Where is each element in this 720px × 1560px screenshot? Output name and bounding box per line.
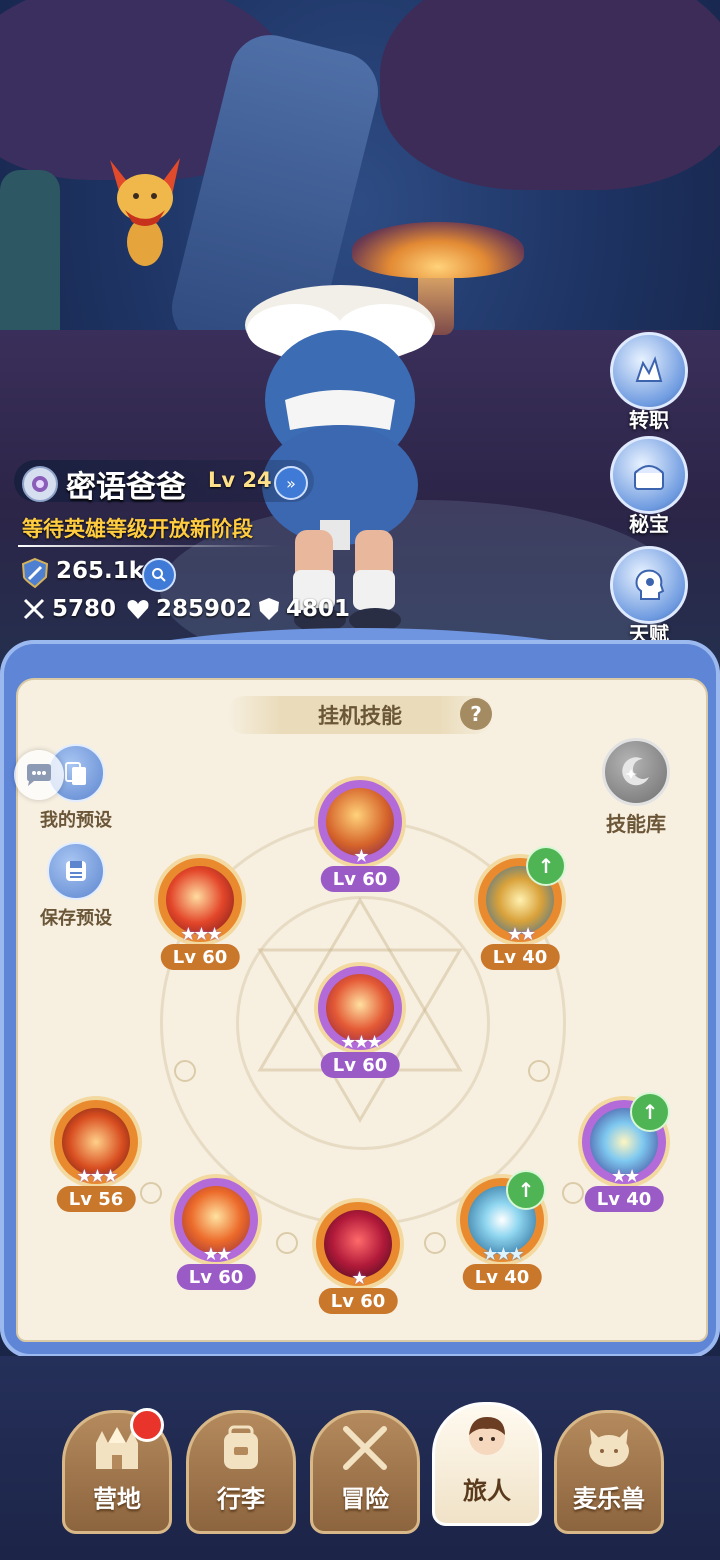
nav-tab-luggage[interactable]: 行李: [186, 1410, 296, 1534]
skill-stars: ★★★: [76, 1166, 118, 1187]
skill-level-badge: Lv 60: [320, 866, 400, 892]
skill-level-badge: Lv 60: [160, 944, 240, 970]
hp-value: 285902: [156, 596, 253, 622]
skill-slot-lower-left-outer[interactable]: ★★★ Lv 56: [46, 1100, 146, 1220]
combat-power-value: 265.1k: [56, 558, 145, 584]
character-emblem-icon: [22, 466, 58, 502]
question-mark-icon: ?: [470, 702, 482, 726]
side-button-talent[interactable]: 天赋: [610, 546, 688, 646]
notification-badge: [130, 1408, 164, 1442]
skill-level-badge: Lv 40: [462, 1264, 542, 1290]
save-disk-icon: [47, 842, 105, 900]
chat-button[interactable]: [14, 750, 64, 800]
skill-level-badge: Lv 40: [480, 944, 560, 970]
upgrade-arrow-icon[interactable]: ↑: [630, 1092, 670, 1132]
hp-stat: 285902: [126, 596, 252, 622]
skill-stars: ★★: [506, 924, 536, 945]
power-detail-button[interactable]: [142, 558, 176, 592]
backpack-icon: [211, 1423, 271, 1473]
skill-library-icon: [602, 738, 670, 806]
pet-icon: [579, 1423, 639, 1473]
skill-level-badge: Lv 56: [56, 1186, 136, 1212]
skill-slot-center[interactable]: ★★★ Lv 60: [310, 966, 410, 1086]
character-detail-button[interactable]: »: [274, 466, 308, 500]
attack-value: 5780: [52, 596, 117, 622]
side-label-class-change: 转职: [629, 408, 669, 432]
side-label-treasure: 秘宝: [629, 512, 669, 536]
path-node: [174, 1060, 196, 1082]
skill-stars: ★★: [202, 1244, 232, 1265]
double-chevron-right-icon: »: [286, 473, 296, 493]
panel-title: 挂机技能: [226, 696, 494, 734]
skill-stars: ★★★: [340, 1032, 382, 1053]
chat-bubble-icon: [27, 764, 51, 786]
side-button-treasure[interactable]: 秘宝: [610, 436, 688, 536]
fox-companion-icon: [110, 158, 180, 266]
search-icon: [152, 568, 166, 582]
skill-stars: ★★★: [482, 1244, 524, 1265]
defense-stat: 4801: [258, 596, 350, 622]
nav-label-luggage: 行李: [217, 1485, 265, 1513]
heart-icon: [127, 600, 149, 619]
nav-tab-pets[interactable]: 麦乐兽: [554, 1410, 664, 1534]
talent-icon: [610, 546, 688, 624]
character-name: 密语爸爸: [66, 470, 186, 505]
player-character-icon: [245, 285, 435, 632]
skill-library-label: 技能库: [606, 812, 666, 836]
skill-stars: ★: [353, 846, 369, 867]
path-node: [528, 1060, 550, 1082]
upgrade-arrow-icon[interactable]: ↑: [526, 846, 566, 886]
stage-divider: [18, 545, 280, 547]
skill-level-badge: Lv 60: [318, 1288, 398, 1314]
nav-label-adventure: 冒险: [341, 1485, 389, 1513]
path-node: [424, 1232, 446, 1254]
my-preset-label: 我的预设: [40, 810, 112, 831]
skill-slot-upper-left[interactable]: ★★★ Lv 60: [150, 858, 250, 978]
skill-level-badge: Lv 60: [176, 1264, 256, 1290]
nav-tab-adventure[interactable]: 冒险: [310, 1410, 420, 1534]
save-preset-label: 保存预设: [40, 908, 112, 929]
panel-title-text: 挂机技能: [318, 704, 402, 728]
help-button[interactable]: ?: [460, 698, 492, 730]
skill-slot-bottom[interactable]: ★ Lv 60: [308, 1202, 408, 1322]
crossed-swords-icon: [335, 1423, 395, 1473]
skill-library-button[interactable]: 技能库: [600, 738, 672, 837]
crossed-swords-icon: [23, 598, 45, 620]
skill-level-badge: Lv 40: [584, 1186, 664, 1212]
nav-tab-traveler[interactable]: 旅人: [432, 1402, 542, 1526]
save-preset-button[interactable]: 保存预设: [40, 842, 112, 930]
side-button-class-change[interactable]: 转职: [610, 332, 688, 432]
skill-stars: ★★★: [180, 924, 222, 945]
skill-slot-lower-left-inner[interactable]: ★★ Lv 60: [166, 1178, 266, 1298]
defense-value: 4801: [286, 596, 351, 622]
skill-stars: ★: [351, 1268, 367, 1289]
upgrade-arrow-icon[interactable]: ↑: [506, 1170, 546, 1210]
skill-stars: ★★: [610, 1166, 640, 1187]
nav-label-camp: 营地: [93, 1485, 141, 1513]
treasure-icon: [610, 436, 688, 514]
shield-icon: [259, 598, 279, 620]
nav-label-traveler: 旅人: [463, 1477, 511, 1505]
skill-level-badge: Lv 60: [320, 1052, 400, 1078]
nav-label-pets: 麦乐兽: [573, 1485, 645, 1513]
class-change-icon: [610, 332, 688, 410]
traveler-icon: [457, 1415, 517, 1465]
character-level: Lv 24: [208, 468, 272, 492]
stage-status-text: 等待英雄等级开放新阶段: [22, 517, 253, 541]
skill-slot-top[interactable]: ★ Lv 60: [310, 780, 410, 900]
tree-canopy-right: [380, 0, 720, 190]
path-node: [276, 1232, 298, 1254]
combat-power-shield-icon: [21, 557, 49, 589]
attack-stat: 5780: [22, 596, 116, 622]
